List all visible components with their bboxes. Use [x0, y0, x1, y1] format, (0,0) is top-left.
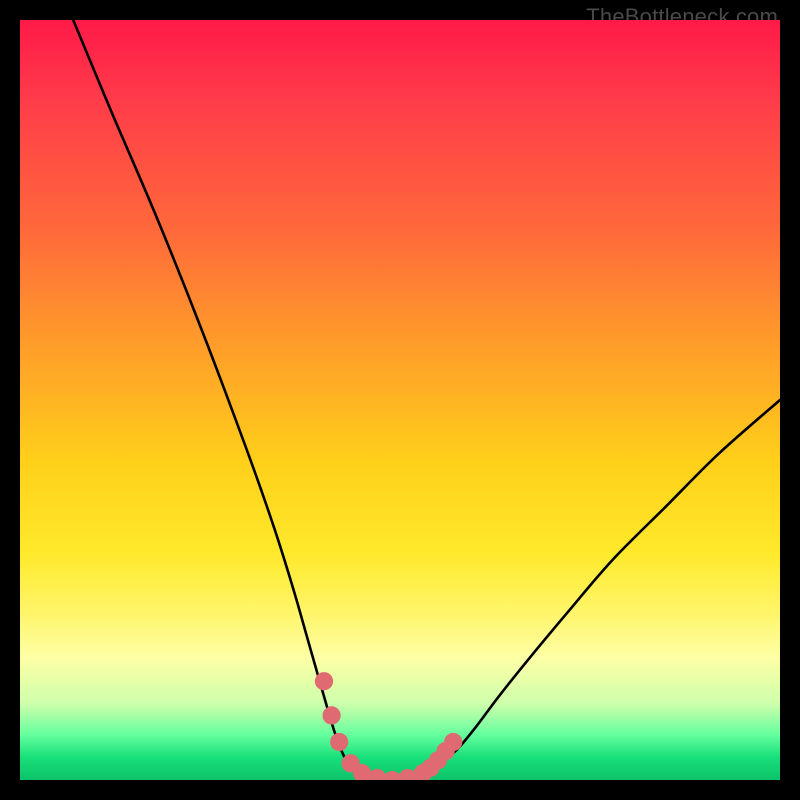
bottleneck-curve — [73, 20, 780, 780]
marker-dot — [341, 754, 359, 772]
marker-dot — [436, 742, 454, 760]
marker-dot — [429, 751, 447, 769]
bottom-red-trace — [315, 672, 462, 780]
marker-dot — [315, 672, 333, 690]
marker-dot — [383, 771, 401, 780]
marker-dot — [414, 764, 432, 780]
outer-frame: TheBottleneck.com — [0, 0, 800, 800]
markers-svg — [20, 20, 780, 780]
marker-dot — [322, 706, 340, 724]
marker-dot — [398, 769, 416, 780]
marker-dot — [353, 764, 371, 780]
marker-dot — [444, 733, 462, 751]
marker-dot — [330, 733, 348, 751]
curve-svg — [20, 20, 780, 780]
plot-area — [20, 20, 780, 780]
marker-dot — [368, 769, 386, 780]
marker-dot — [421, 759, 439, 777]
